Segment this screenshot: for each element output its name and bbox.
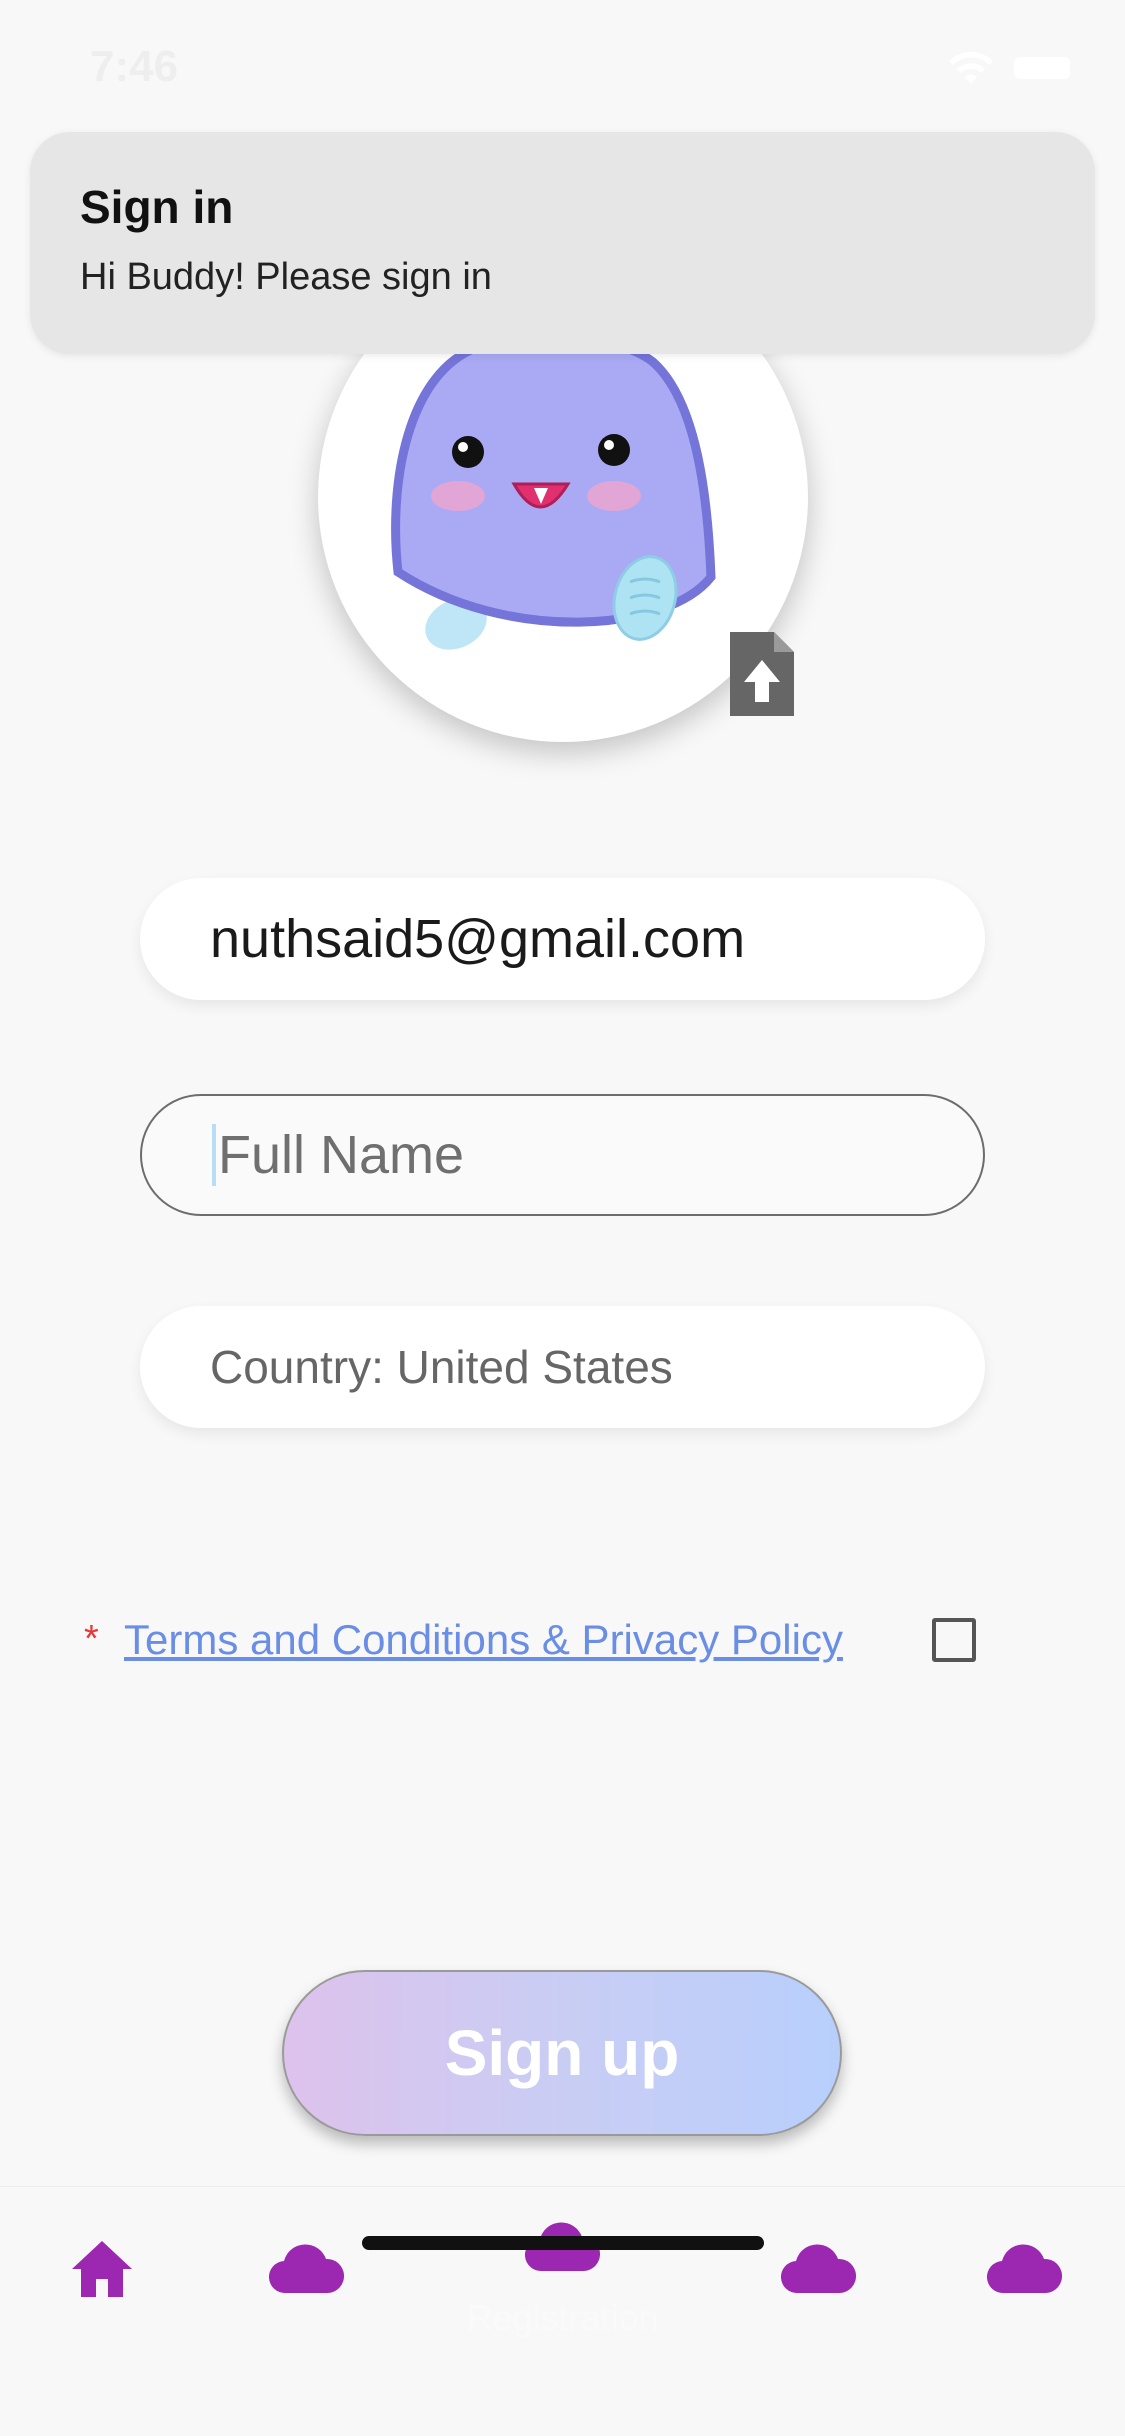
country-value: Country: United States bbox=[210, 1341, 673, 1393]
cloud-icon[interactable] bbox=[268, 2243, 344, 2295]
full-name-field[interactable] bbox=[140, 1094, 985, 1216]
wifi-icon bbox=[949, 51, 993, 84]
toast-message: Hi Buddy! Please sign in bbox=[80, 256, 492, 298]
home-indicator bbox=[362, 2236, 764, 2250]
status-bar: 7:46 bbox=[0, 0, 1125, 130]
terms-link[interactable]: Terms and Conditions & Privacy Policy bbox=[124, 1616, 843, 1664]
toast-title: Sign in bbox=[80, 181, 234, 233]
status-time: 7:46 bbox=[90, 42, 179, 91]
terms-checkbox[interactable] bbox=[932, 1618, 976, 1662]
home-icon[interactable] bbox=[70, 2239, 134, 2299]
sign-up-button[interactable]: Sign up bbox=[282, 1970, 842, 2136]
cloud-icon[interactable] bbox=[986, 2243, 1062, 2295]
bottom-nav: Registration bbox=[0, 2186, 1125, 2436]
email-value: nuthsaid5@gmail.com bbox=[210, 909, 746, 969]
file-upload-icon[interactable] bbox=[728, 630, 796, 718]
battery-icon bbox=[1014, 57, 1070, 79]
nav-active-label: Registration bbox=[466, 2297, 659, 2338]
full-name-input[interactable] bbox=[212, 1124, 912, 1186]
country-field[interactable]: Country: United States bbox=[140, 1306, 985, 1428]
terms-row: * Terms and Conditions & Privacy Policy bbox=[84, 1612, 984, 1668]
email-field[interactable]: nuthsaid5@gmail.com bbox=[140, 878, 985, 1000]
sign-in-toast: Sign in Hi Buddy! Please sign in bbox=[30, 132, 1095, 354]
required-mark: * bbox=[84, 1618, 99, 1660]
cloud-icon[interactable] bbox=[780, 2243, 856, 2295]
